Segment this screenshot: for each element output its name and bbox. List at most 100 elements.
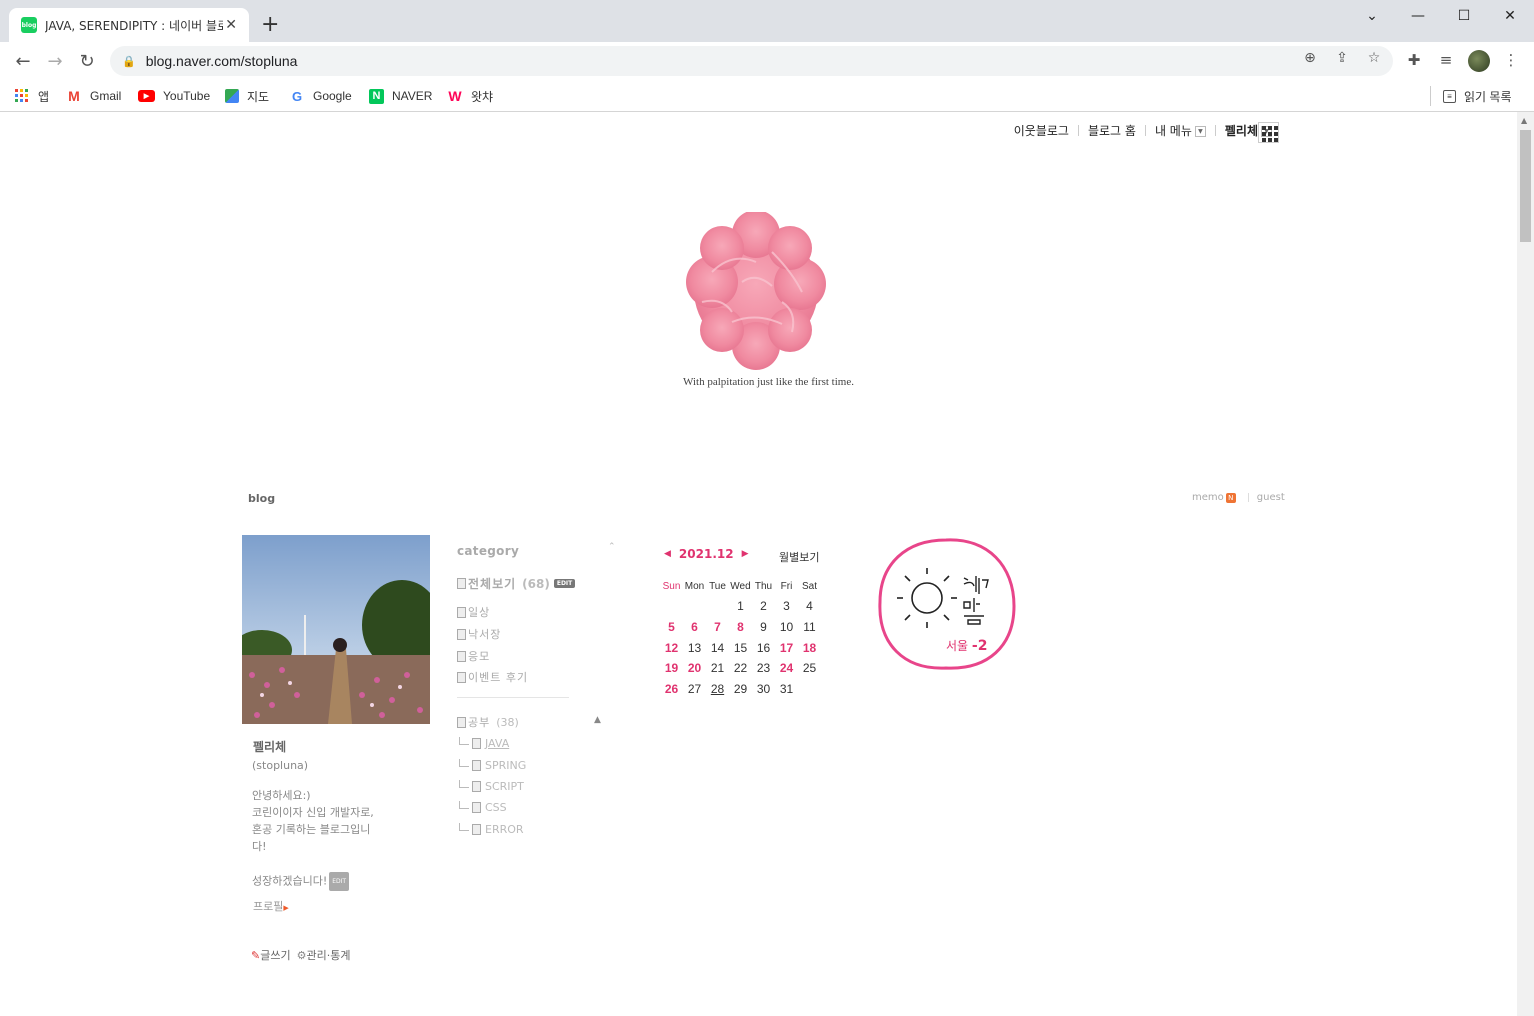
calendar-day[interactable]: 7 — [706, 617, 729, 638]
close-tab-icon[interactable]: ✕ — [223, 17, 239, 33]
calendar-day[interactable]: 12 — [660, 637, 683, 658]
prev-month-icon[interactable]: ◀ — [664, 549, 671, 559]
calendar-day[interactable]: 26 — [660, 679, 683, 700]
category-edit-button[interactable]: EDIT — [553, 579, 576, 588]
profile-avatar[interactable] — [1468, 50, 1490, 72]
tree-branch-icon — [459, 800, 469, 809]
calendar-day[interactable]: 23 — [752, 658, 775, 679]
calendar-day[interactable]: 24 — [775, 658, 798, 679]
minimize-button[interactable]: — — [1395, 4, 1441, 28]
memo-link[interactable]: memo — [1192, 492, 1224, 503]
scroll-up-icon[interactable]: ▲ — [1521, 116, 1527, 125]
category-item[interactable]: 이벤트 후기 — [457, 669, 528, 685]
bookmark-gmail[interactable]: M Gmail — [66, 86, 121, 106]
calendar-day[interactable]: 11 — [798, 617, 821, 638]
maximize-button[interactable]: ☐ — [1441, 4, 1487, 28]
zoom-icon[interactable]: ⊕ — [1300, 50, 1320, 66]
bookmark-naver[interactable]: N NAVER — [369, 86, 432, 106]
naver-services-grid-icon[interactable] — [1258, 122, 1279, 143]
calendar-day[interactable]: 3 — [775, 596, 798, 617]
subcategory-item[interactable]: SPRING — [459, 758, 526, 772]
category-all[interactable]: 전체보기 (68) EDIT — [457, 575, 576, 592]
monthly-view-link[interactable]: 월별보기 — [779, 549, 819, 565]
calendar-empty-cell — [660, 596, 683, 617]
page-scrollbar[interactable]: ▲ — [1517, 112, 1534, 1016]
menu-kebab-icon[interactable]: ⋮ — [1501, 51, 1521, 69]
back-button[interactable]: ← — [12, 50, 34, 72]
reload-button[interactable]: ↻ — [76, 50, 98, 72]
calendar-day[interactable]: 15 — [729, 637, 752, 658]
neighbor-blog-link[interactable]: 이웃블로그 — [1005, 122, 1078, 139]
blog-tab-label[interactable]: blog — [248, 492, 275, 505]
gmail-icon: M — [68, 88, 80, 104]
share-icon[interactable]: ⇪ — [1332, 50, 1352, 66]
category-item[interactable]: 응모 — [457, 648, 490, 664]
tab-strip: blog JAVA, SERENDIPITY : 네이버 블로그 ✕ + ⌄ —… — [0, 0, 1534, 42]
calendar-day[interactable]: 29 — [729, 679, 752, 700]
write-post-link[interactable]: ✎글쓰기 — [251, 947, 291, 963]
window-close-button[interactable]: ✕ — [1487, 4, 1533, 28]
intro-edit-button[interactable]: EDIT — [329, 872, 350, 891]
collapse-arrow-icon[interactable]: ▲ — [594, 715, 601, 725]
profile-link[interactable]: 프로필▶ — [253, 898, 289, 914]
category-item[interactable]: 일상 — [457, 604, 490, 620]
address-bar[interactable]: 🔒 blog.naver.com/stopluna — [110, 46, 1393, 76]
category-study[interactable]: 공부 (38) — [457, 714, 519, 730]
calendar-day[interactable]: 6 — [683, 617, 706, 638]
media-control-icon[interactable]: ≡ — [1436, 51, 1456, 69]
my-menu-dropdown[interactable]: 내 메뉴 ▼ — [1146, 122, 1215, 139]
calendar-day[interactable]: 16 — [752, 637, 775, 658]
tab-search-icon[interactable]: ⌄ — [1349, 4, 1395, 28]
calendar-day[interactable]: 8 — [729, 617, 752, 638]
bookmark-maps[interactable]: 지도 — [225, 86, 269, 106]
calendar-day[interactable]: 22 — [729, 658, 752, 679]
category-label: 공부 — [468, 716, 491, 729]
calendar-day[interactable]: 9 — [752, 617, 775, 638]
calendar-day[interactable]: 1 — [729, 596, 752, 617]
gear-icon: ⚙ — [296, 949, 307, 962]
browser-tab[interactable]: blog JAVA, SERENDIPITY : 네이버 블로그 ✕ — [9, 8, 249, 42]
calendar-day[interactable]: 28 — [706, 679, 729, 700]
bookmark-apps[interactable]: 앱 — [14, 86, 49, 106]
collapse-icon[interactable]: ⌃ — [608, 542, 616, 552]
calendar-day[interactable]: 4 — [798, 596, 821, 617]
subcategory-item[interactable]: CSS — [459, 800, 507, 814]
subcategory-item[interactable]: SCRIPT — [459, 779, 524, 793]
calendar-day[interactable]: 25 — [798, 658, 821, 679]
subcategory-item[interactable]: JAVA — [459, 736, 509, 750]
category-label: 낙서장 — [468, 628, 502, 641]
new-tab-button[interactable]: + — [261, 14, 279, 36]
calendar-day[interactable]: 17 — [775, 637, 798, 658]
scroll-thumb[interactable] — [1520, 130, 1531, 242]
calendar-day[interactable]: 31 — [775, 679, 798, 700]
calendar-day[interactable]: 27 — [683, 679, 706, 700]
subcategory-item[interactable]: ERROR — [459, 822, 524, 836]
calendar-day[interactable]: 19 — [660, 658, 683, 679]
guest-link[interactable]: guest — [1257, 492, 1285, 503]
bookmark-google[interactable]: G Google — [289, 86, 352, 106]
blog-home-link[interactable]: 블로그 홈 — [1079, 122, 1145, 139]
calendar-day[interactable]: 18 — [798, 637, 821, 658]
calendar-day[interactable]: 13 — [683, 637, 706, 658]
calendar-day[interactable]: 21 — [706, 658, 729, 679]
calendar-day[interactable]: 5 — [660, 617, 683, 638]
weekday-label: Fri — [780, 580, 793, 592]
category-item[interactable]: 낙서장 — [457, 626, 501, 642]
category-label: 전체보기 — [468, 577, 517, 591]
profile-photo[interactable] — [242, 535, 430, 724]
manage-stats-link[interactable]: ⚙관리·통계 — [297, 947, 351, 963]
forward-button[interactable]: → — [44, 50, 66, 72]
bookmark-youtube[interactable]: ▶ YouTube — [138, 86, 210, 106]
calendar-day[interactable]: 10 — [775, 617, 798, 638]
reading-list-button[interactable]: ≡ 읽기 목록 — [1443, 86, 1512, 106]
category-label: 응모 — [468, 650, 491, 663]
bookmark-star-icon[interactable]: ☆ — [1364, 50, 1384, 66]
next-month-icon[interactable]: ▶ — [742, 549, 749, 559]
calendar-day[interactable]: 2 — [752, 596, 775, 617]
calendar-day[interactable]: 20 — [683, 658, 706, 679]
calendar-day[interactable]: 30 — [752, 679, 775, 700]
extensions-icon[interactable]: ✚ — [1404, 51, 1424, 69]
bookmark-watcha[interactable]: W 왓챠 — [447, 86, 493, 106]
calendar-day[interactable]: 14 — [706, 637, 729, 658]
tree-branch-icon — [459, 736, 469, 745]
